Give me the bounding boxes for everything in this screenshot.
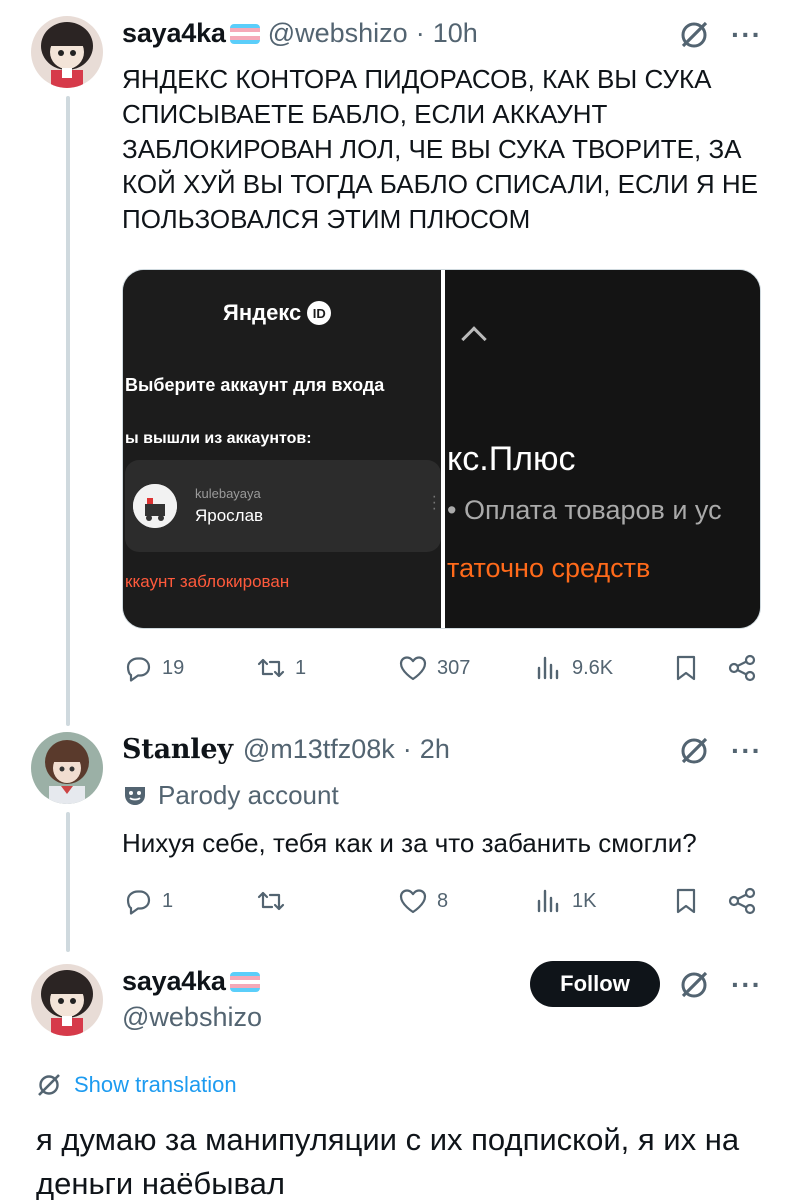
avatar[interactable] <box>31 16 103 88</box>
retweet-icon <box>257 891 285 911</box>
grok-icon[interactable] <box>677 968 711 1002</box>
views-count: 1K <box>572 889 597 912</box>
tweet-media[interactable]: Яндекс ID Выберите аккаунт для входа ы в… <box>122 269 761 629</box>
account-avatar <box>133 484 177 528</box>
more-icon[interactable]: ··· <box>731 971 762 999</box>
media-image-left[interactable]: Яндекс ID Выберите аккаунт для входа ы в… <box>123 270 441 628</box>
id-badge: ID <box>307 301 332 325</box>
account-blocked-text: ккаунт заблокирован <box>125 572 290 591</box>
account-name: Ярослав <box>195 506 264 525</box>
tweet-text: ЯНДЕКС КОНТОРА ПИДОРАСОВ, КАК ВЫ СУКА СП… <box>122 64 759 234</box>
retweet-count: 1 <box>295 656 307 679</box>
translate-icon <box>38 1074 60 1096</box>
display-name[interactable]: saya4ka <box>122 18 226 49</box>
insufficient-funds-text: таточно средств <box>447 553 651 583</box>
views-button[interactable]: 9.6K <box>532 652 613 684</box>
views-count: 9.6K <box>572 656 614 679</box>
user-handle[interactable]: @webshizo <box>122 1002 262 1033</box>
views-icon <box>537 656 559 680</box>
bookmark-icon <box>676 655 696 681</box>
parody-mask-icon <box>125 786 145 805</box>
views-button[interactable]: 1K <box>532 885 596 917</box>
timestamp[interactable]: 2h <box>420 734 450 765</box>
thread-line <box>66 96 70 726</box>
like-button[interactable]: 307 <box>397 652 470 684</box>
tweet-text: я думаю за манипуляции с их подпиской, я… <box>36 1122 740 1200</box>
grok-icon[interactable] <box>677 734 711 768</box>
media-image-right[interactable]: кс.Плюс • Оплата товаров и ус таточно ср… <box>445 270 760 628</box>
bookmark-button[interactable] <box>670 885 702 917</box>
parody-label: Parody account <box>122 780 339 811</box>
tweet-header: saya4ka @webshizo · 10h <box>122 18 478 49</box>
more-icon[interactable]: ··· <box>731 21 762 49</box>
reply-count: 1 <box>162 889 174 912</box>
kebab-icon: · · · <box>431 488 437 517</box>
display-name[interactable]: Stanley <box>122 734 233 765</box>
account-card: kulebayaya Ярослав · · · <box>125 460 441 552</box>
reply-icon <box>126 890 151 915</box>
show-translation-link[interactable]: Show translation <box>36 1072 237 1098</box>
retweet-button[interactable] <box>255 885 295 917</box>
heart-icon <box>399 656 427 681</box>
timestamp[interactable]: 10h <box>433 18 478 49</box>
parody-text: Parody account <box>158 780 339 810</box>
trans-flag-icon <box>229 23 260 44</box>
heart-icon <box>399 889 427 914</box>
tweet-actions: 19 1 307 9.6K <box>122 652 762 688</box>
like-button[interactable]: 8 <box>397 885 448 917</box>
user-handle[interactable]: @webshizo <box>268 18 408 49</box>
avatar[interactable] <box>31 732 103 804</box>
account-login: kulebayaya <box>195 486 261 501</box>
tweet-top-icons: ··· <box>677 734 762 768</box>
bookmark-button[interactable] <box>670 652 702 684</box>
tweet-header: Stanley @m13tfz08k · 2h <box>122 734 450 765</box>
share-button[interactable] <box>726 652 758 684</box>
show-translation-text[interactable]: Show translation <box>74 1072 237 1098</box>
separator: · <box>402 734 412 764</box>
tweet-top-icons: ··· <box>677 18 762 52</box>
share-icon <box>728 887 756 915</box>
plus-subtitle: • Оплата товаров и ус <box>447 495 722 525</box>
reply-button[interactable]: 1 <box>122 885 173 917</box>
plus-title: кс.Плюс <box>447 440 576 478</box>
retweet-button[interactable]: 1 <box>255 652 306 684</box>
tweet-header: saya4ka <box>122 966 268 997</box>
thread-line <box>66 812 70 952</box>
yandex-id-logo: Яндекс ID <box>223 300 332 326</box>
user-handle[interactable]: @m13tfz08k <box>243 734 395 765</box>
tweet-top-icons: ··· <box>677 968 762 1002</box>
separator: · <box>415 18 425 48</box>
like-count: 307 <box>437 656 471 679</box>
like-count: 8 <box>437 889 449 912</box>
bookmark-icon <box>676 888 696 914</box>
avatar[interactable] <box>31 964 103 1036</box>
reply-count: 19 <box>162 656 185 679</box>
tweet-text: Нихуя себе, тебя как и за что забанить с… <box>122 828 697 858</box>
retweet-icon <box>257 658 285 678</box>
share-icon <box>728 654 756 682</box>
logged-out-text: ы вышли из аккаунтов: <box>125 430 312 447</box>
display-name[interactable]: saya4ka <box>122 966 226 997</box>
choose-account-text: Выберите аккаунт для входа <box>125 375 385 395</box>
share-button[interactable] <box>726 885 758 917</box>
reply-icon <box>126 657 151 682</box>
trans-flag-icon <box>229 971 260 992</box>
grok-icon[interactable] <box>677 18 711 52</box>
more-icon[interactable]: ··· <box>731 737 762 765</box>
tweet-actions: 1 8 1K <box>122 885 762 921</box>
reply-button[interactable]: 19 <box>122 652 184 684</box>
tweet-header-handle: @webshizo <box>122 1002 262 1033</box>
brand-text: Яндекс <box>223 300 302 325</box>
views-icon <box>537 889 559 913</box>
follow-button[interactable]: Follow <box>530 961 660 1007</box>
chevron-up-icon <box>461 326 487 352</box>
